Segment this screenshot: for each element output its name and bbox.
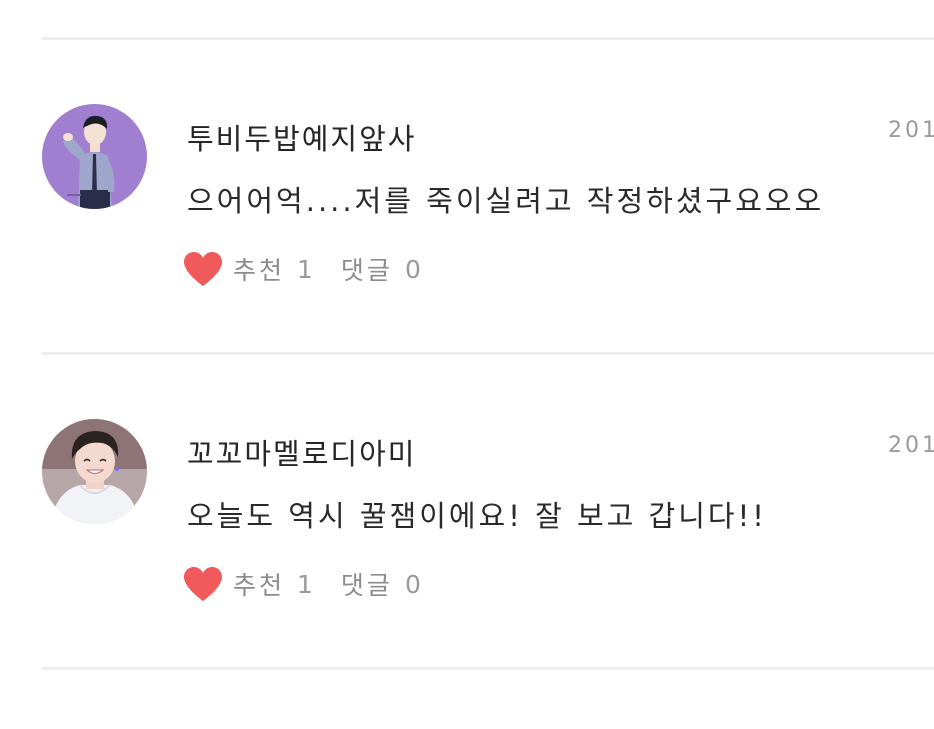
like-label[interactable]: 추천 [233, 566, 285, 602]
like-count: 1 [297, 569, 313, 599]
avatar-saluting-man-image [42, 104, 147, 209]
divider-bottom [42, 667, 934, 670]
avatar[interactable] [42, 104, 147, 209]
comment-actions: 추천 1 댓글 0 [183, 249, 421, 289]
comment-actions: 추천 1 댓글 0 [183, 564, 421, 604]
divider-top [42, 37, 934, 40]
heart-icon[interactable] [183, 566, 223, 602]
reply-label[interactable]: 댓글 [341, 566, 393, 602]
like-count: 1 [297, 254, 313, 284]
reply-label[interactable]: 댓글 [341, 251, 393, 287]
comment-username[interactable]: 꼬꼬마멜로디아미 [187, 431, 416, 473]
comment-item: 투비두밥예지앞사 201 으어어억....저를 죽이실려고 작정하셨구요오오 추… [0, 104, 934, 414]
comment-username[interactable]: 투비두밥예지앞사 [187, 116, 416, 158]
divider-middle [42, 352, 934, 355]
like-label[interactable]: 추천 [233, 251, 285, 287]
heart-icon[interactable] [183, 251, 223, 287]
comment-text: 으어어억....저를 죽이실려고 작정하셨구요오오 [187, 184, 825, 218]
avatar[interactable] [42, 419, 147, 524]
reply-count: 0 [404, 569, 421, 599]
comment-date: 201 [888, 118, 934, 143]
reply-count: 0 [404, 254, 421, 284]
avatar-smiling-person-image [42, 419, 147, 524]
comment-text: 오늘도 역시 꿀잼이에요! 잘 보고 갑니다!! [187, 499, 767, 533]
comment-item: 꼬꼬마멜로디아미 201 오늘도 역시 꿀잼이에요! 잘 보고 갑니다!! 추천… [0, 419, 934, 729]
comment-date: 201 [888, 433, 934, 458]
